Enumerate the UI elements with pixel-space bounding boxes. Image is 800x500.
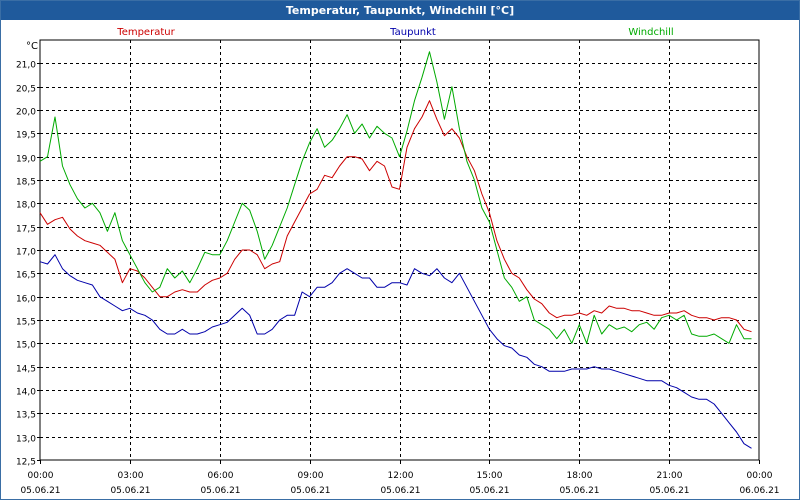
y-tick-label: 17,5 [16,225,36,235]
y-tick-label: 20,5 [16,85,36,95]
plot-area [39,39,760,461]
x-tick-label-date: 05.06.21 [649,486,689,496]
legend-taupunkt: Taupunkt [389,27,436,38]
x-tick-label-time: 15:00 [477,471,503,481]
y-tick-label: 13,0 [16,435,36,445]
y-tick-label: 15,0 [16,341,36,351]
x-tick-label-date: 05.06.21 [110,486,150,496]
y-tick-label: 14,0 [16,388,36,398]
x-tick-label-date: 05.06.21 [380,486,420,496]
x-tick-label-time: 12:00 [388,471,414,481]
x-tick-label-time: 00:00 [28,471,54,481]
y-tick-label: 16,5 [16,271,36,281]
x-tick-label-date: 05.06.21 [469,486,509,496]
y-tick-label: 18,5 [16,178,36,188]
y-tick-label: 18,0 [16,201,36,211]
x-tick-label-date: 05.06.21 [200,486,240,496]
y-tick-label: 12,5 [16,458,36,468]
y-tick-label: 20,0 [16,108,36,118]
y-tick-label: 19,5 [16,131,36,141]
y-axis-label: °C [26,41,38,52]
x-tick-label-date: 06.06.21 [739,486,779,496]
y-tick-label: 19,0 [16,155,36,165]
x-tick-label-time: 06:00 [208,471,234,481]
x-tick-label-time: 18:00 [567,471,593,481]
line-chart: 12,5 13,0 13,5 14,0 14,5 15,0 15,5 16,0 16,5 17,0… [16,27,780,496]
y-tick-label: 13,5 [16,411,36,421]
y-tick-label: 17,0 [16,248,36,258]
legend-windchill: Windchill [628,27,673,38]
x-tick-label-time: 09:00 [298,471,324,481]
y-tick-label: 16,0 [16,295,36,305]
x-tick-label-time: 21:00 [657,471,683,481]
y-tick-label: 15,5 [16,318,36,328]
x-tick-label-date: 05.06.21 [290,486,330,496]
y-tick-label: 21,0 [16,61,36,71]
legend-temperatur: Temperatur [116,27,175,38]
x-tick-label-date: 05.06.21 [559,486,599,496]
x-tick-label-time: 00:00 [747,471,773,481]
chart-window: Temperatur, Taupunkt, Windchill [°C] 12,… [0,0,800,500]
y-tick-label: 14,5 [16,365,36,375]
x-tick-label-time: 03:00 [118,471,144,481]
x-tick-label-date: 05.06.21 [20,486,60,496]
